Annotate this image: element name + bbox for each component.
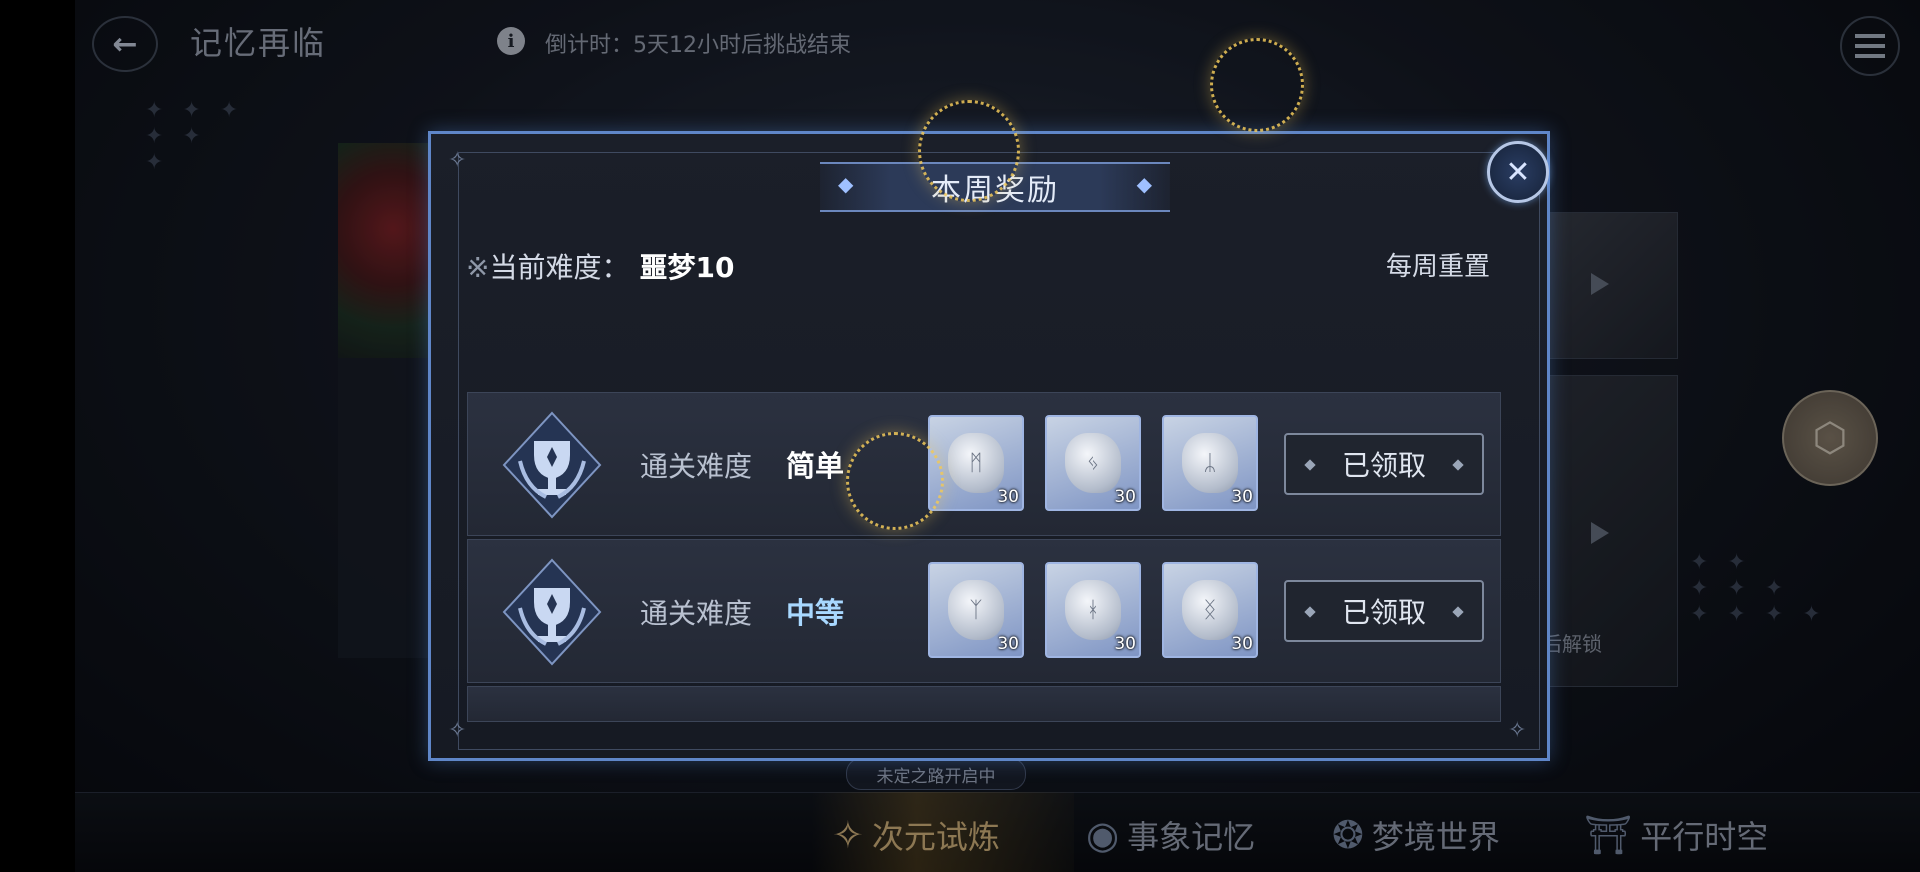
trophy-icon [500,411,604,519]
claimed-button[interactable]: 已领取 [1284,433,1484,495]
reward-row: 通关难度 简单 ᛗ 30 ᛃ 30 ᛦ 30 已领取 [467,392,1501,536]
difficulty-label: 当前难度： [489,251,630,284]
diamond-dot-icon [1452,606,1464,618]
game-screen: ← 记忆再临 i 倒计时：5天12小时后挑战结束 ✦ ✦ ✦ ✦ ✦ ✦ ✦ ✦ ✦ … [0,0,1920,872]
reward-row-partial [467,686,1501,722]
diamond-dot-icon [1304,459,1316,471]
clear-difficulty-label: 通关难度 [640,450,753,483]
difficulty-easy: 简单 [786,449,845,483]
trophy-icon [500,558,604,666]
rune-stone-icon: ᛃ [1065,433,1121,493]
weekly-reset-label: 每周重置 [1386,252,1491,282]
corner-ornament-icon: ✧ [448,718,467,743]
particle-ring-effect [918,100,1020,202]
rune-stone-icon: ᛉ [948,580,1004,640]
item-quantity: 30 [997,487,1019,507]
current-difficulty: ※当前难度： 噩梦10 [466,246,734,286]
diamond-icon: ◆ [1136,172,1152,196]
particle-ring-effect [846,432,944,530]
corner-ornament-icon: ✧ [1508,718,1527,743]
close-icon: ✕ [1505,154,1531,190]
reward-item[interactable]: ᛦ 30 [1162,415,1258,511]
reward-item[interactable]: ᛝ 30 [1162,562,1258,658]
rune-stone-icon: ᛝ [1182,580,1238,640]
particle-ring-effect [1210,38,1304,132]
corner-ornament-icon: ✧ [448,148,467,173]
difficulty-medium: 中等 [786,596,845,630]
reward-item[interactable]: ᛉ 30 [928,562,1024,658]
diamond-icon: ◆ [838,172,854,196]
rune-stone-icon: ᛦ [1182,433,1238,493]
reward-item[interactable]: ᛗ 30 [928,415,1024,511]
claimed-button[interactable]: 已领取 [1284,580,1484,642]
reference-mark-icon: ※ [466,251,490,284]
item-quantity: 30 [1231,634,1253,654]
rune-stone-icon: ᛗ [948,433,1004,493]
item-quantity: 30 [1231,487,1253,507]
item-quantity: 30 [1114,634,1136,654]
reward-item[interactable]: ᛃ 30 [1045,415,1141,511]
reward-row: 通关难度 中等 ᛉ 30 ᚼ 30 ᛝ 30 已领取 [467,539,1501,683]
item-quantity: 30 [997,634,1019,654]
claimed-label: 已领取 [1341,449,1426,482]
reward-item[interactable]: ᚼ 30 [1045,562,1141,658]
rune-stone-icon: ᚼ [1065,580,1121,640]
diamond-dot-icon [1304,606,1316,618]
item-quantity: 30 [1114,487,1136,507]
clear-difficulty-label: 通关难度 [640,597,753,630]
diamond-dot-icon [1452,459,1464,471]
difficulty-value: 噩梦10 [639,251,735,284]
claimed-label: 已领取 [1341,596,1426,629]
close-button[interactable]: ✕ [1487,141,1549,203]
